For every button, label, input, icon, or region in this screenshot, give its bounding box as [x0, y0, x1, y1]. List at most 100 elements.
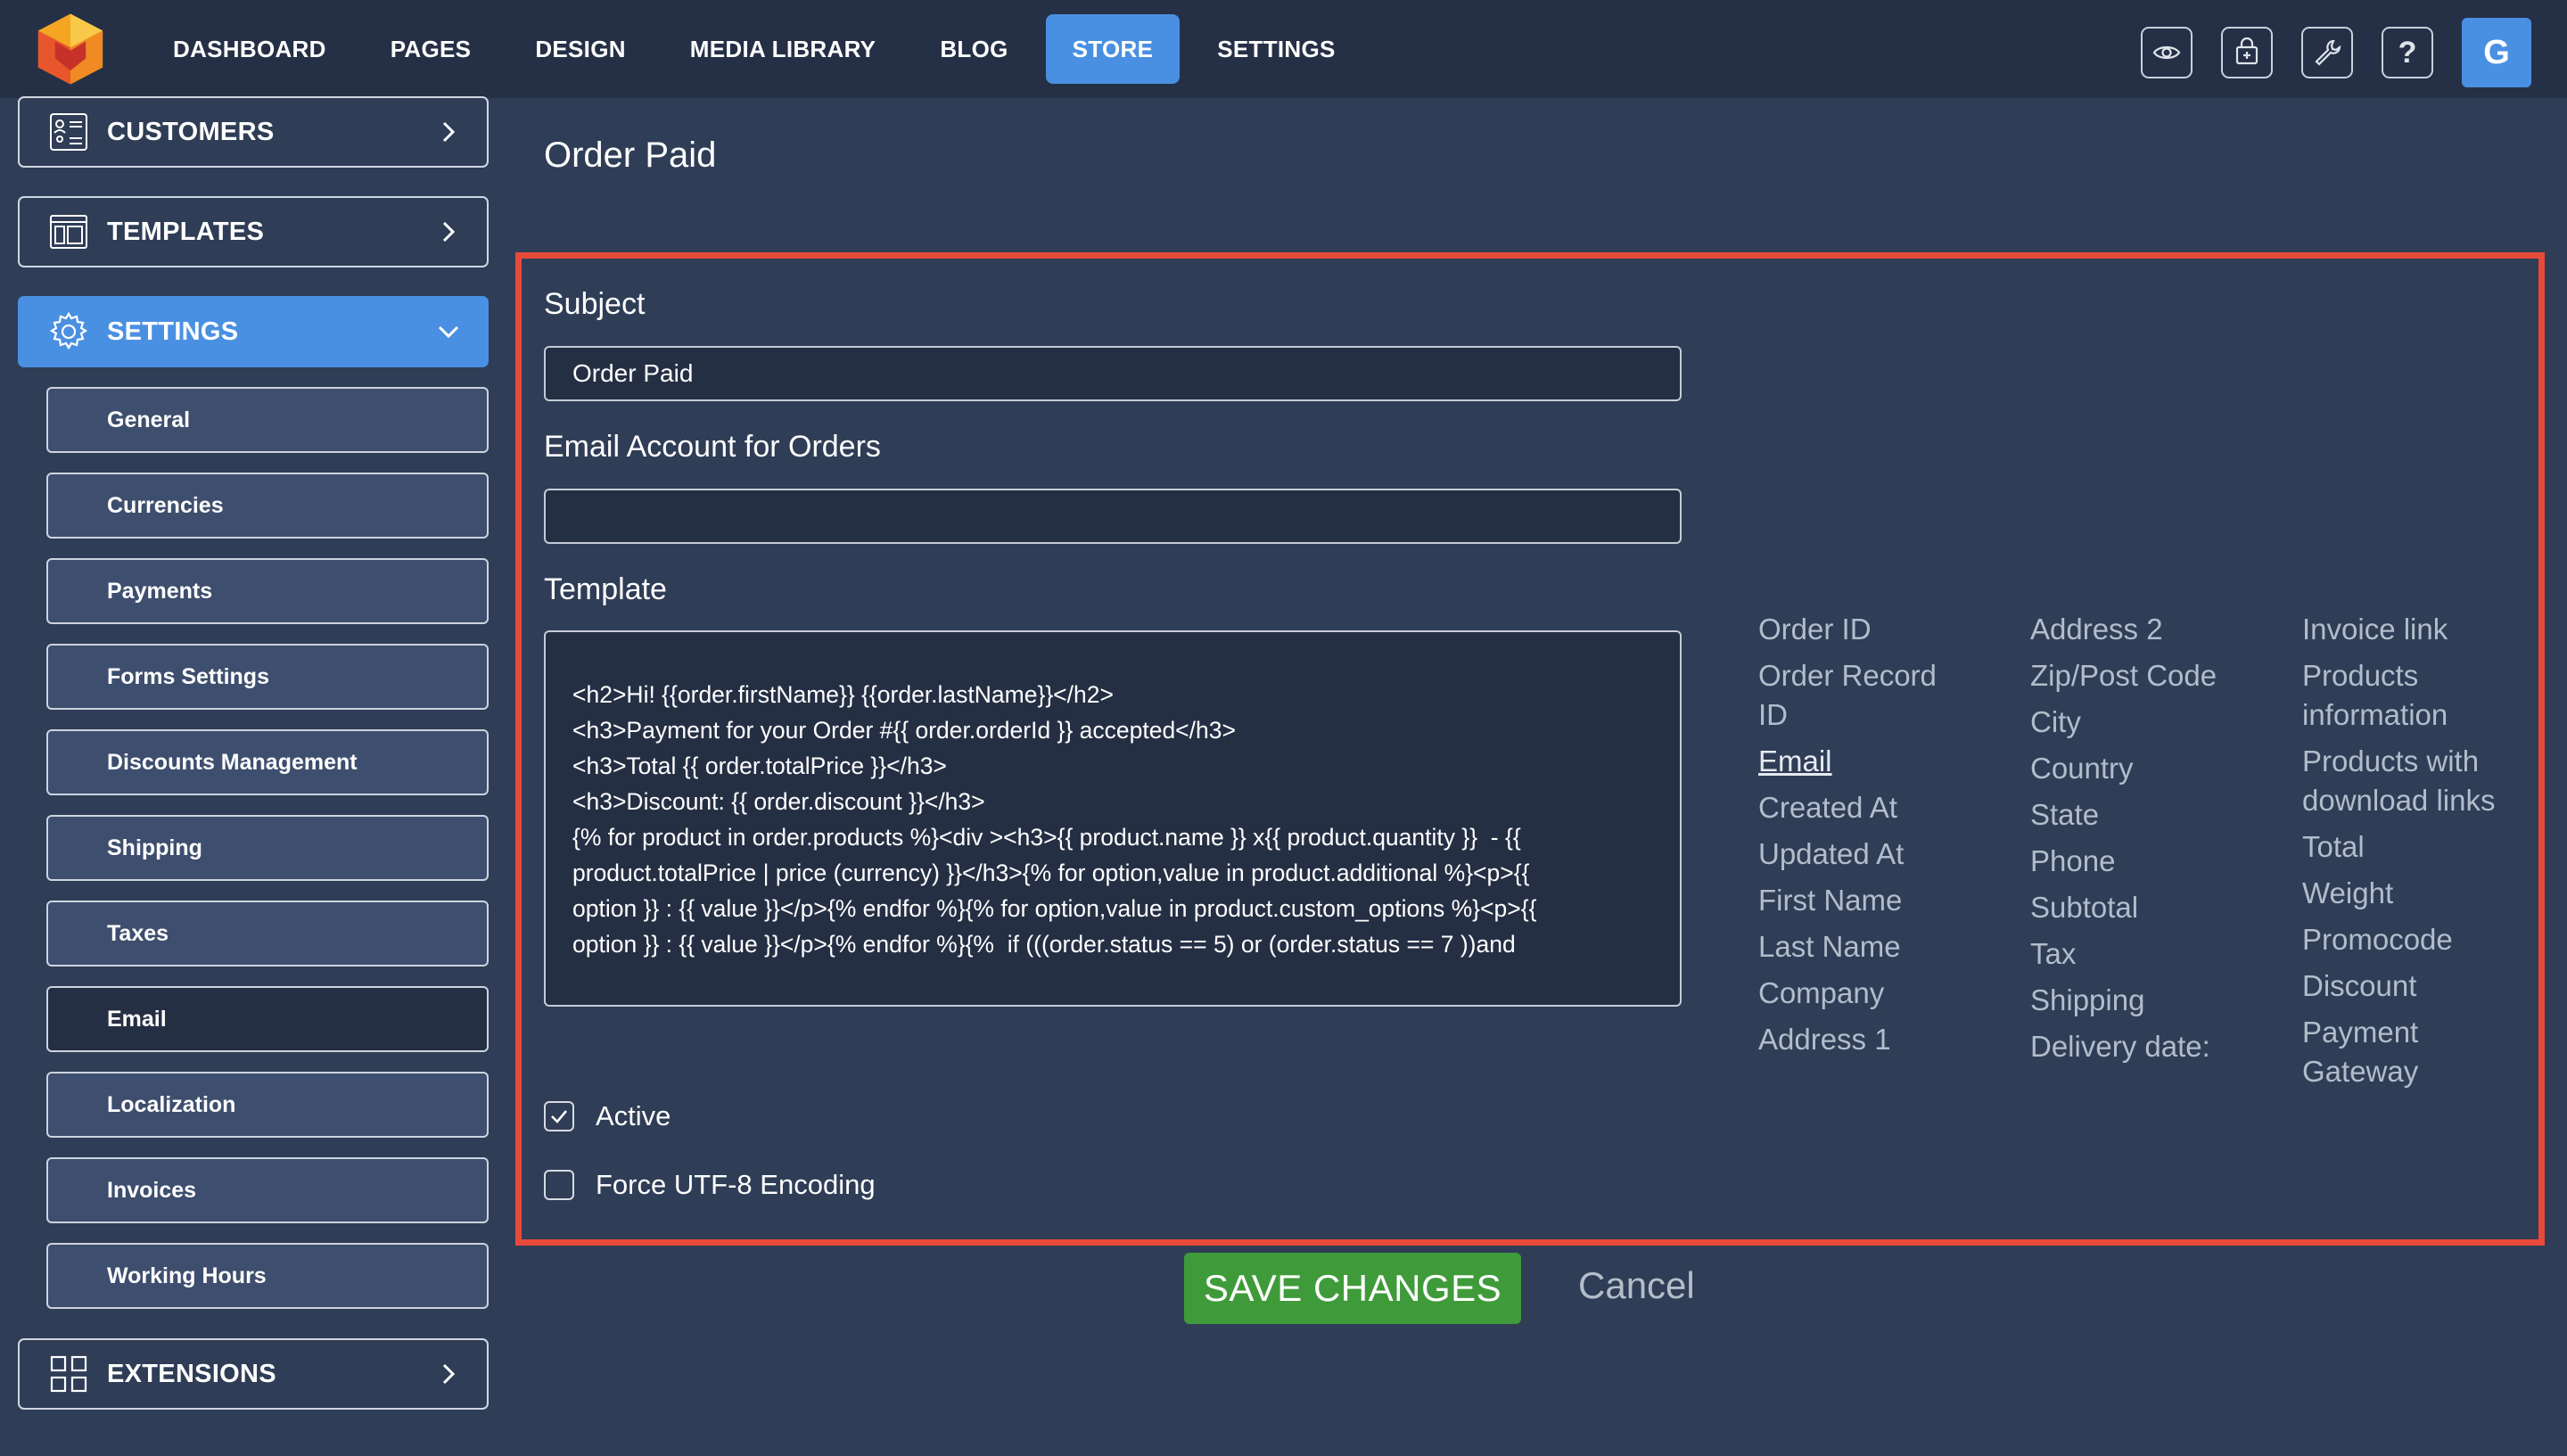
utf8-label: Force UTF-8 Encoding [596, 1169, 876, 1200]
sidebar-section-label: SETTINGS [107, 317, 239, 346]
sidebar-item-general[interactable]: General [46, 387, 489, 453]
help-icon: ? [2398, 35, 2417, 70]
variable-payment-gateway[interactable]: Payment Gateway [2302, 1013, 2525, 1091]
top-bar: DASHBOARD PAGES DESIGN MEDIA LIBRARY BLO… [0, 0, 2567, 98]
variable-products-information[interactable]: Products information [2302, 656, 2525, 735]
subject-input[interactable] [544, 346, 1682, 401]
template-line: <h3>Payment for your Order #{{ order.ord… [572, 717, 1236, 744]
variable-delivery-date[interactable]: Delivery date: [2030, 1027, 2298, 1066]
nav-settings[interactable]: SETTINGS [1190, 14, 1362, 84]
sidebar-item-currencies[interactable]: Currencies [46, 473, 489, 539]
store-button[interactable] [2221, 27, 2273, 78]
sidebar-item-invoices[interactable]: Invoices [46, 1157, 489, 1223]
active-label: Active [596, 1100, 671, 1131]
utf8-checkbox-row[interactable]: Force UTF-8 Encoding [544, 1169, 876, 1201]
email-account-input[interactable] [544, 489, 1682, 544]
sidebar-item-shipping[interactable]: Shipping [46, 815, 489, 881]
help-button[interactable]: ? [2382, 27, 2433, 78]
variable-address-2[interactable]: Address 2 [2030, 610, 2298, 649]
sidebar-section-label: EXTENSIONS [107, 1359, 276, 1388]
variable-city[interactable]: City [2030, 703, 2298, 742]
variable-phone[interactable]: Phone [2030, 842, 2298, 881]
template-line: option }} : {{ value }}</p>{% endfor %}{… [572, 895, 1537, 922]
active-checkbox[interactable] [544, 1101, 574, 1131]
sidebar-section-extensions[interactable]: EXTENSIONS [18, 1338, 489, 1410]
main-nav: DASHBOARD PAGES DESIGN MEDIA LIBRARY BLO… [146, 11, 1373, 87]
sidebar-item-discounts-management[interactable]: Discounts Management [46, 729, 489, 795]
variable-invoice-link[interactable]: Invoice link [2302, 610, 2525, 649]
template-line: <h3>Total {{ order.totalPrice }}</h3> [572, 753, 947, 779]
variable-tax[interactable]: Tax [2030, 934, 2298, 974]
gear-icon [49, 311, 88, 350]
page-title: Order Paid [544, 136, 717, 175]
sidebar-section-label: TEMPLATES [107, 217, 265, 246]
sidebar-section-settings[interactable]: SETTINGS [18, 296, 489, 367]
tools-button[interactable] [2301, 27, 2353, 78]
chevron-right-icon [442, 221, 456, 243]
toolbar: ? G [2112, 18, 2531, 87]
cancel-button[interactable]: Cancel [1578, 1264, 1695, 1307]
variables-column-1: Order ID Order Record ID Email Created A… [1758, 610, 2026, 1066]
email-account-label: Email Account for Orders [544, 430, 881, 464]
template-line: {% for product in order.products %}<div … [572, 824, 1521, 851]
variable-created-at[interactable]: Created At [1758, 788, 2026, 827]
sidebar-item-localization[interactable]: Localization [46, 1072, 489, 1138]
nav-store[interactable]: STORE [1045, 14, 1181, 84]
template-line: <h2>Hi! {{order.firstName}} {{order.last… [572, 681, 1114, 708]
extensions-icon [50, 1355, 87, 1393]
variable-promocode[interactable]: Promocode [2302, 920, 2525, 959]
nav-blog[interactable]: BLOG [913, 14, 1034, 84]
variable-discount[interactable]: Discount [2302, 967, 2525, 1006]
variable-subtotal[interactable]: Subtotal [2030, 888, 2298, 927]
variable-email[interactable]: Email [1758, 742, 2026, 781]
nav-dashboard[interactable]: DASHBOARD [146, 14, 353, 84]
variable-first-name[interactable]: First Name [1758, 881, 2026, 920]
variable-weight[interactable]: Weight [2302, 874, 2525, 913]
sidebar-item-taxes[interactable]: Taxes [46, 901, 489, 967]
customers-icon [50, 113, 87, 151]
nav-pages[interactable]: PAGES [364, 14, 498, 84]
variable-order-id[interactable]: Order ID [1758, 610, 2026, 649]
variable-products-download-links[interactable]: Products with download links [2302, 742, 2525, 820]
chevron-right-icon [442, 1363, 456, 1385]
utf8-checkbox[interactable] [544, 1170, 574, 1200]
variable-state[interactable]: State [2030, 795, 2298, 835]
template-label: Template [544, 572, 667, 606]
template-editor[interactable]: <h2>Hi! {{order.firstName}} {{order.last… [544, 630, 1682, 1007]
variable-address-1[interactable]: Address 1 [1758, 1020, 2026, 1059]
sidebar-section-customers[interactable]: CUSTOMERS [18, 96, 489, 168]
variables-column-3: Invoice link Products information Produc… [2302, 610, 2525, 1098]
active-checkbox-row[interactable]: Active [544, 1100, 671, 1132]
sidebar-section-templates[interactable]: TEMPLATES [18, 196, 489, 267]
variable-country[interactable]: Country [2030, 749, 2298, 788]
variable-zip-post-code[interactable]: Zip/Post Code [2030, 656, 2298, 695]
checkmark-icon [551, 1110, 567, 1123]
avatar[interactable]: G [2462, 18, 2531, 87]
sidebar-item-email[interactable]: Email [46, 986, 489, 1052]
variable-shipping[interactable]: Shipping [2030, 981, 2298, 1020]
wrench-icon [2315, 39, 2341, 66]
variable-company[interactable]: Company [1758, 974, 2026, 1013]
variable-order-record-id[interactable]: Order Record ID [1758, 656, 1972, 735]
template-line: product.totalPrice | price (currency) }}… [572, 860, 1530, 886]
sidebar-section-label: CUSTOMERS [107, 117, 275, 146]
cart-icon [2235, 37, 2258, 65]
nav-design[interactable]: DESIGN [508, 14, 652, 84]
preview-button[interactable] [2141, 27, 2193, 78]
templates-icon [50, 215, 87, 249]
save-changes-button[interactable]: SAVE CHANGES [1184, 1253, 1521, 1324]
eye-icon [2152, 45, 2181, 60]
variable-last-name[interactable]: Last Name [1758, 927, 2026, 967]
variable-total[interactable]: Total [2302, 827, 2525, 867]
nav-media-library[interactable]: MEDIA LIBRARY [663, 14, 903, 84]
template-line: <h3>Discount: {{ order.discount }}</h3> [572, 788, 985, 815]
variable-updated-at[interactable]: Updated At [1758, 835, 2026, 874]
sidebar-item-forms-settings[interactable]: Forms Settings [46, 644, 489, 710]
sidebar-item-working-hours[interactable]: Working Hours [46, 1243, 489, 1309]
template-line: option }} : {{ value }}</p>{% endfor %}{… [572, 931, 1516, 958]
sidebar-item-payments[interactable]: Payments [46, 558, 489, 624]
chevron-right-icon [442, 121, 456, 143]
chevron-down-icon [438, 325, 459, 339]
logo-icon[interactable] [32, 11, 109, 87]
subject-label: Subject [544, 287, 646, 321]
